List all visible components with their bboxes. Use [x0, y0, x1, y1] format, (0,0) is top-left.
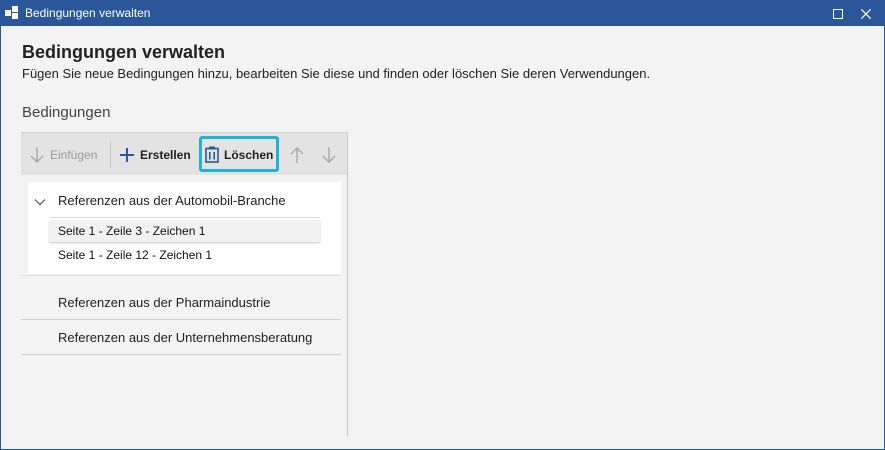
- page-title: Bedingungen verwalten: [22, 42, 226, 62]
- conditions-panel: Einfügen Erstellen Löschen Referenzen au…: [21, 132, 348, 436]
- window-title: Bedingungen verwalten: [25, 6, 151, 20]
- arrow-up-icon: [290, 146, 304, 163]
- create-label: Erstellen: [140, 147, 191, 162]
- arrow-down-icon: [322, 146, 336, 163]
- group-automotive: Referenzen aus der Automobil-Branche Sei…: [28, 182, 341, 274]
- maximize-button[interactable]: [825, 1, 851, 26]
- insert-button[interactable]: Einfügen: [29, 133, 97, 176]
- arrow-down-icon: [30, 146, 44, 163]
- delete-label: Löschen: [224, 147, 274, 162]
- chevron-down-icon[interactable]: [34, 196, 46, 208]
- group-label-automotive[interactable]: Referenzen aus der Automobil-Branche: [58, 193, 286, 209]
- delete-button[interactable]: Löschen: [205, 133, 273, 176]
- title-bar[interactable]: Bedingungen verwalten: [1, 1, 884, 26]
- conditions-toolbar: Einfügen Erstellen Löschen: [21, 132, 347, 175]
- section-title: Bedingungen: [22, 104, 111, 121]
- reference-item-selected[interactable]: Seite 1 - Zeile 3 - Zeichen 1: [49, 220, 320, 242]
- group-pharma[interactable]: Referenzen aus der Pharmaindustrie: [21, 286, 341, 320]
- reference-item[interactable]: Seite 1 - Zeile 12 - Zeichen 1: [49, 244, 320, 266]
- group-consulting[interactable]: Referenzen aus der Unternehmensberatung: [21, 321, 341, 355]
- insert-label: Einfügen: [50, 147, 98, 162]
- clipboard-trash-icon: [205, 146, 219, 163]
- maximize-icon: [833, 8, 843, 19]
- move-down-button[interactable]: [321, 133, 337, 176]
- group-divider: [49, 217, 320, 218]
- plus-icon: [120, 147, 134, 162]
- app-icon: [5, 6, 18, 19]
- group-label-pharma: Referenzen aus der Pharmaindustrie: [58, 295, 271, 310]
- close-icon: [861, 8, 871, 19]
- page-description: Fügen Sie neue Bedingungen hinzu, bearbe…: [22, 66, 651, 81]
- manage-conditions-window: Bedingungen verwalten Bedingungen verwal…: [0, 0, 885, 450]
- create-button[interactable]: Erstellen: [119, 133, 191, 176]
- group-label-consulting: Referenzen aus der Unternehmensberatung: [58, 330, 313, 345]
- close-button[interactable]: [853, 1, 879, 26]
- group-divider: [21, 275, 341, 276]
- move-up-button[interactable]: [289, 133, 305, 176]
- toolbar-separator: [110, 141, 111, 168]
- dialog-content: Bedingungen verwalten Fügen Sie neue Bed…: [1, 26, 884, 449]
